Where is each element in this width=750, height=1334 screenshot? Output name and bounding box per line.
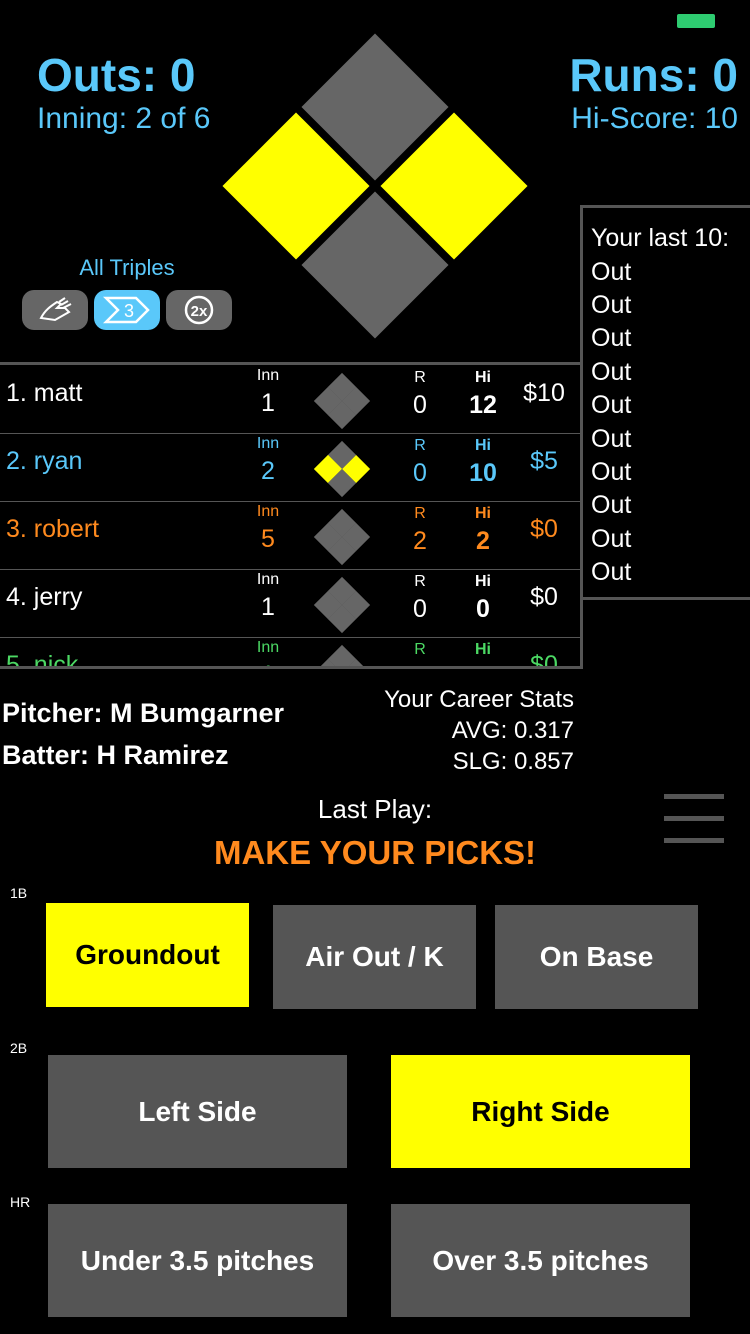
inning-indicator: Inning: 2 of 6	[37, 102, 211, 135]
hi-label: Hi	[475, 437, 491, 454]
player-inning: 1	[240, 661, 296, 666]
player-name: 1. matt	[6, 379, 83, 407]
leaderboard-row[interactable]: 1. matt Inn 1 R 0 Hi 12 $10	[0, 365, 580, 434]
player-inning: 5	[261, 525, 275, 553]
mini-field-icon	[310, 643, 372, 666]
player-runs: 0	[413, 459, 427, 487]
player-inning: 1	[261, 593, 275, 621]
section-label-2b: 2B	[10, 1040, 28, 1056]
last-ten-panel: Your last 10: Out Out Out Out Out Out Ou…	[580, 205, 750, 600]
player-hi-score: 2	[476, 527, 490, 555]
hi-label: Hi	[475, 369, 491, 386]
last-ten-item: Out	[591, 324, 632, 352]
inning-label: Inn	[256, 571, 280, 588]
last-play-value: MAKE YOUR PICKS!	[213, 834, 537, 871]
last-ten-item: Out	[591, 458, 632, 486]
player-hi-score: 0	[476, 595, 490, 623]
player-runs: 0	[413, 595, 427, 623]
runs-label: R	[414, 573, 426, 590]
speed-shoe-icon	[39, 297, 72, 322]
last-ten-item: Out	[591, 391, 632, 419]
pick-left-side-button[interactable]: Left Side	[48, 1055, 347, 1168]
mini-field-icon	[310, 371, 372, 433]
inning-label: Inn	[256, 367, 280, 384]
last-ten-item: Out	[591, 425, 632, 453]
pick-over-pitches-button[interactable]: Over 3.5 pitches	[391, 1204, 690, 1317]
runs-label: R	[414, 369, 426, 386]
triple-powerup[interactable]: 3	[94, 290, 160, 330]
player-name: 3. robert	[6, 515, 100, 543]
player-winnings: $10	[523, 379, 565, 407]
last-ten-item: Out	[591, 258, 632, 286]
player-name: 4. jerry	[6, 583, 83, 611]
pick-right-side-button[interactable]: Right Side	[391, 1055, 690, 1168]
double-multiplier-icon: 2x	[184, 295, 214, 325]
player-runs: 2	[413, 527, 427, 555]
player-inning: 1	[261, 389, 275, 417]
runs-count: Runs: 0	[569, 49, 738, 101]
career-avg: AVG: 0.317	[451, 717, 574, 744]
last-ten-item: Out	[591, 358, 632, 386]
hi-label: Hi	[475, 505, 491, 522]
inning-label: Inn	[256, 503, 280, 520]
last-play-label: Last Play:	[317, 794, 433, 824]
last-ten-title: Your last 10:	[591, 224, 730, 252]
player-winnings: $0	[530, 651, 558, 669]
last-ten-item: Out	[591, 525, 632, 553]
pick-under-pitches-button[interactable]: Under 3.5 pitches	[48, 1204, 347, 1317]
double-powerup[interactable]: 2x	[166, 290, 232, 330]
leaderboard-row[interactable]: 2. ryan Inn 2 R 0 Hi 10 $5	[0, 433, 580, 502]
career-stats-title: Your Career Stats	[384, 686, 574, 713]
leaderboard[interactable]: 1. matt Inn 1 R 0 Hi 12 $10 2. ryan Inn 2 R 0 Hi 10 $5 3…	[0, 362, 583, 669]
pick-groundout-button[interactable]: Groundout	[46, 903, 249, 1007]
mini-field-icon	[310, 439, 372, 501]
hi-label: Hi	[475, 573, 491, 590]
inning-label: Inn	[256, 435, 280, 452]
mini-field-icon	[310, 507, 372, 569]
batter-name: Batter: H Ramirez	[2, 740, 229, 770]
menu-icon[interactable]	[664, 794, 724, 848]
hi-label: Hi	[475, 641, 491, 658]
leaderboard-row[interactable]: 5. nick Inn 1 R Hi $0	[0, 637, 580, 669]
career-slg: SLG: 0.857	[452, 748, 574, 775]
player-winnings: $0	[530, 583, 558, 611]
leaderboard-row[interactable]: 4. jerry Inn 1 R 0 Hi 0 $0	[0, 569, 580, 638]
player-name: 2. ryan	[6, 447, 83, 475]
player-winnings: $0	[530, 515, 558, 543]
hi-score: Hi-Score: 10	[571, 102, 738, 135]
powerup-label: All Triples	[79, 255, 175, 280]
player-inning: 2	[261, 457, 275, 485]
svg-text:3: 3	[124, 301, 134, 321]
last-ten-item: Out	[591, 491, 632, 519]
career-stats: Your Career Stats AVG: 0.317 SLG: 0.857	[384, 684, 574, 777]
mini-field-icon	[310, 575, 372, 637]
section-label-1b: 1B	[10, 885, 28, 901]
last-ten-item: Out	[591, 291, 632, 319]
player-winnings: $5	[530, 447, 558, 475]
svg-text:2x: 2x	[191, 303, 208, 320]
inning-label: Inn	[256, 639, 280, 656]
player-name: 5. nick	[6, 651, 79, 669]
player-hi-score: 10	[469, 459, 497, 487]
speed-shoe-powerup[interactable]	[22, 290, 88, 330]
player-runs: 0	[413, 391, 427, 419]
pick-on-base-button[interactable]: On Base	[495, 905, 698, 1009]
runs-label: R	[414, 641, 426, 658]
outs-count: Outs: 0	[37, 49, 196, 101]
triple-icon: 3	[102, 296, 150, 324]
battery-icon	[677, 14, 715, 28]
section-label-hr: HR	[10, 1194, 31, 1210]
leaderboard-row[interactable]: 3. robert Inn 5 R 2 Hi 2 $0	[0, 501, 580, 570]
last-ten-item: Out	[591, 558, 632, 586]
player-hi-score: 12	[469, 391, 497, 419]
runs-label: R	[414, 505, 426, 522]
runs-label: R	[414, 437, 426, 454]
pick-air-out-button[interactable]: Air Out / K	[273, 905, 476, 1009]
pitcher-name: Pitcher: M Bumgarner	[2, 698, 285, 728]
